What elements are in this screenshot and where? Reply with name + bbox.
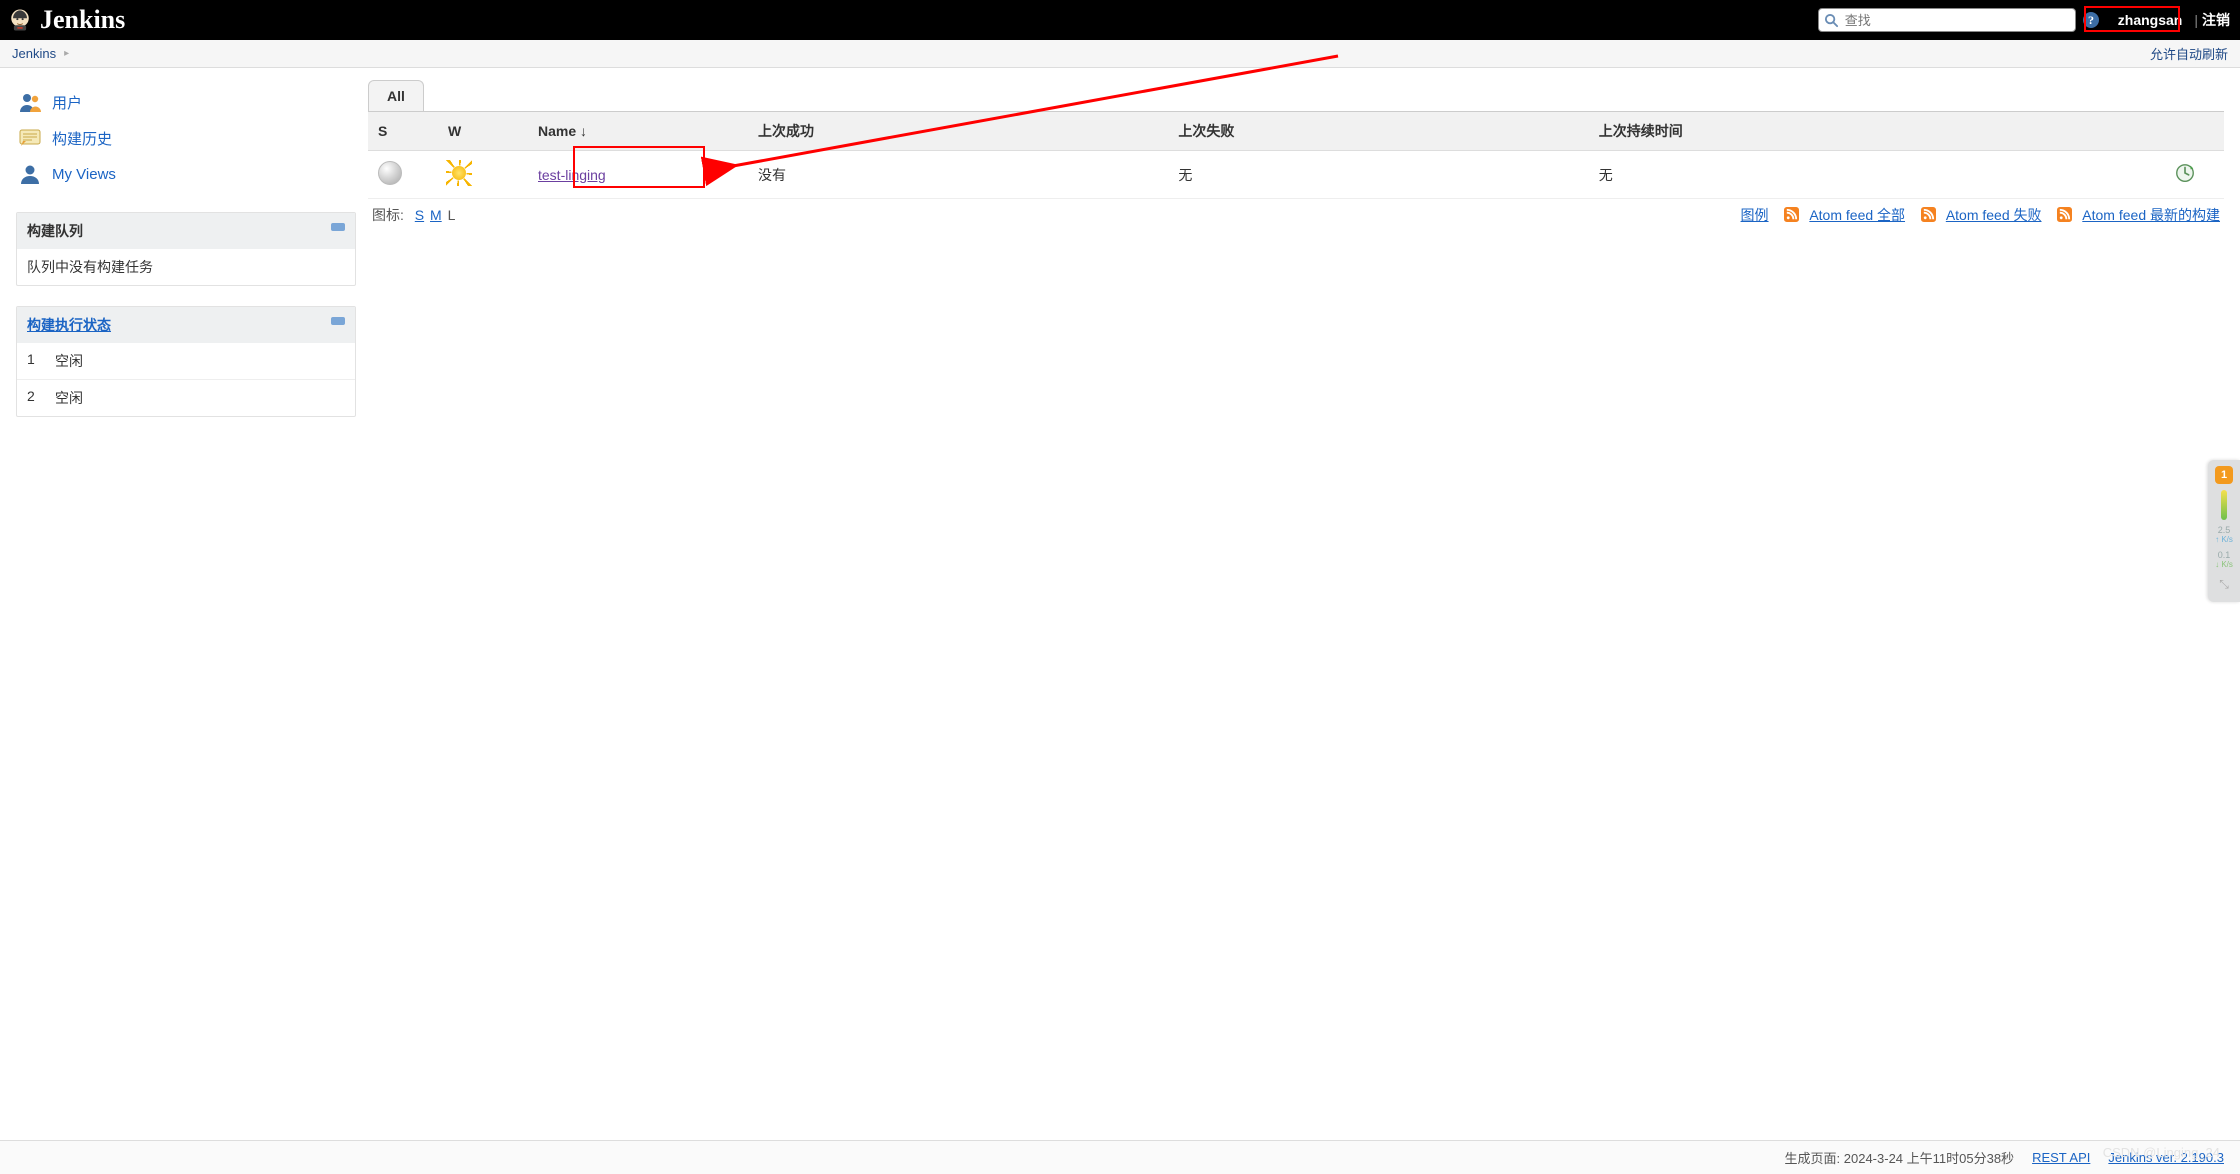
header-separator: | — [2194, 12, 2198, 28]
history-icon — [18, 126, 42, 150]
icon-size-m[interactable]: M — [430, 207, 442, 223]
users-icon — [18, 90, 42, 114]
executor-row: 1 空闲 — [17, 343, 355, 379]
breadcrumb: Jenkins ▸ 允许自动刷新 — [0, 40, 2240, 68]
jobs-table: S W Name ↓ 上次成功 上次失败 上次持续时间 test- — [368, 111, 2224, 199]
svg-text:?: ? — [2088, 13, 2094, 27]
task-my-views[interactable]: My Views — [16, 156, 356, 192]
col-last-failure[interactable]: 上次失败 — [1168, 112, 1588, 151]
cell-last-success: 没有 — [748, 151, 1168, 199]
generated-timestamp: 生成页面: 2024-3-24 上午11时05分38秒 — [1785, 1148, 2015, 1167]
legend-link[interactable]: 图例 — [1741, 207, 1769, 223]
executors-pane: 构建执行状态 1 空闲 2 空闲 — [16, 306, 356, 417]
build-queue-pane: 构建队列 队列中没有构建任务 — [16, 212, 356, 286]
schedule-build-icon[interactable] — [2174, 162, 2196, 184]
help-icon[interactable]: ? — [2082, 11, 2100, 29]
icon-size-s[interactable]: S — [415, 207, 424, 223]
chevron-right-icon: ▸ — [64, 48, 69, 59]
table-row: test-linging 没有 无 无 — [368, 151, 2224, 199]
rss-icon — [1921, 207, 1936, 222]
cell-last-failure: 无 — [1168, 151, 1588, 199]
user-icon — [18, 162, 42, 186]
floater-stat-down: 0.1 ↓ K/s — [2215, 551, 2233, 570]
floating-widget[interactable]: 1 2.5 ↑ K/s 0.1 ↓ K/s ⤡ — [2208, 460, 2240, 602]
side-tasks: 用户 构建历史 My Views — [16, 84, 356, 192]
task-build-history[interactable]: 构建历史 — [16, 120, 356, 156]
rss-latest-link[interactable]: Atom feed 最新的构建 — [2082, 207, 2220, 223]
col-last-duration[interactable]: 上次持续时间 — [1589, 112, 2164, 151]
task-label: My Views — [52, 166, 116, 183]
weather-sunny-icon — [448, 162, 470, 184]
main-panel: All S W Name ↓ 上次成功 上次失败 上次持续时间 — [368, 68, 2240, 429]
executor-number: 2 — [27, 388, 41, 408]
rss-fail-link[interactable]: Atom feed 失败 — [1946, 207, 2042, 223]
status-ball-icon — [378, 161, 402, 185]
floater-badge: 1 — [2215, 466, 2233, 484]
pane-header-queue: 构建队列 — [17, 213, 355, 249]
queue-empty-row: 队列中没有构建任务 — [17, 249, 355, 285]
feed-links: 图例 Atom feed 全部 Atom feed 失败 Atom feed 最… — [1737, 205, 2220, 225]
task-label: 用户 — [52, 92, 82, 113]
page-footer: 生成页面: 2024-3-24 上午11时05分38秒 REST API Jen… — [0, 1140, 2240, 1174]
search-box — [1818, 8, 2076, 32]
logo[interactable]: Jenkins — [6, 5, 125, 35]
collapse-icon[interactable] — [331, 223, 345, 231]
cell-last-duration: 无 — [1589, 151, 2164, 199]
col-last-success[interactable]: 上次成功 — [748, 112, 1168, 151]
view-tabs: All — [368, 80, 2224, 111]
icon-size-switcher: 图标: S M L — [372, 205, 456, 225]
col-name[interactable]: Name ↓ — [528, 112, 748, 151]
jenkins-head-icon — [6, 6, 34, 34]
floater-stat-up: 2.5 ↑ K/s — [2215, 526, 2233, 545]
col-status[interactable]: S — [368, 112, 438, 151]
side-panel: 用户 构建历史 My Views 构建队列 队列中没有构建任务 — [0, 68, 368, 429]
executor-number: 1 — [27, 351, 41, 371]
floater-expand-icon[interactable]: ⤡ — [2219, 577, 2229, 592]
executor-row: 2 空闲 — [17, 379, 355, 416]
username-link[interactable]: zhangsan — [2112, 10, 2189, 30]
executor-status: 空闲 — [55, 388, 83, 408]
rss-all-link[interactable]: Atom feed 全部 — [1809, 207, 1905, 223]
rest-api-link[interactable]: REST API — [2032, 1150, 2090, 1165]
logout-link[interactable]: 注销 — [2202, 10, 2230, 30]
icon-size-l: L — [448, 207, 456, 223]
table-footer: 图标: S M L 图例 Atom feed 全部 Atom feed 失败 A… — [368, 199, 2224, 231]
jenkins-version-link[interactable]: Jenkins ver. 2.190.3 — [2108, 1150, 2224, 1165]
breadcrumb-item[interactable]: Jenkins — [12, 46, 56, 61]
task-label: 构建历史 — [52, 128, 112, 149]
top-header: Jenkins ? zhangsan | 注销 — [0, 0, 2240, 40]
executor-status: 空闲 — [55, 351, 83, 371]
task-users[interactable]: 用户 — [16, 84, 356, 120]
auto-refresh-link[interactable]: 允许自动刷新 — [2150, 44, 2228, 63]
search-icon — [1824, 13, 1839, 28]
job-name-link[interactable]: test-linging — [538, 167, 606, 183]
pane-header-executors[interactable]: 构建执行状态 — [17, 307, 355, 343]
floater-bar-icon — [2221, 490, 2227, 520]
collapse-icon[interactable] — [331, 317, 345, 325]
col-build — [2164, 112, 2224, 151]
col-weather[interactable]: W — [438, 112, 528, 151]
logo-text: Jenkins — [40, 5, 125, 35]
tab-all[interactable]: All — [368, 80, 424, 111]
search-input[interactable] — [1818, 8, 2076, 32]
rss-icon — [2057, 207, 2072, 222]
rss-icon — [1784, 207, 1799, 222]
